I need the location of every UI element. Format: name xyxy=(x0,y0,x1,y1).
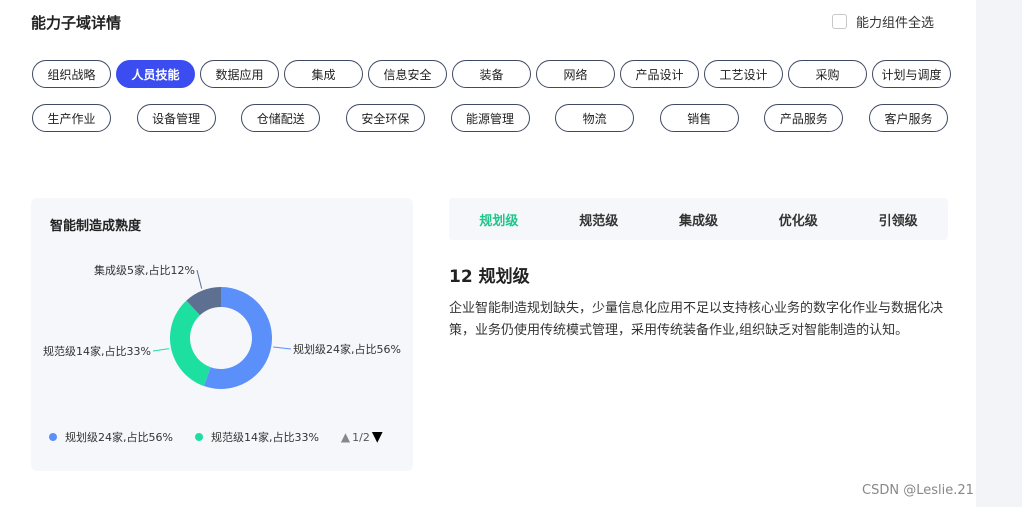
level-tab[interactable]: 优化级 xyxy=(748,210,848,229)
select-all-label: 能力组件全选 xyxy=(856,16,935,31)
capability-tag[interactable]: 信息安全 xyxy=(368,60,447,88)
maturity-donut-chart: 规划级24家,占比56% 规范级14家,占比33% 集成级5家,占比12% xyxy=(43,263,401,389)
page-down-icon[interactable]: ▼ xyxy=(372,429,383,445)
capability-tag[interactable]: 集成 xyxy=(284,60,363,88)
capability-tag[interactable]: 数据应用 xyxy=(200,60,279,88)
capability-tag[interactable]: 采购 xyxy=(788,60,867,88)
level-tab[interactable]: 集成级 xyxy=(649,210,749,229)
donut-slice-规范级[interactable] xyxy=(170,300,211,387)
slice-label: 规划级24家,占比56% xyxy=(293,342,401,356)
capability-tag[interactable]: 客户服务 xyxy=(869,104,948,132)
page-up-icon[interactable]: ▲ xyxy=(341,430,350,444)
legend-label: 规划级24家,占比56% xyxy=(65,431,173,444)
section-title: 能力子域详情 xyxy=(31,14,122,32)
level-description: 企业智能制造规划缺失，少量信息化应用不足以支持核心业务的数字化作业与数据化决策，… xyxy=(449,301,944,338)
capability-tag[interactable]: 工艺设计 xyxy=(704,60,783,88)
capability-tag[interactable]: 人员技能 xyxy=(116,60,195,88)
capability-tag[interactable]: 装备 xyxy=(452,60,531,88)
chart-legend: 规划级24家,占比56% 规范级14家,占比33% ▲ 1/2 ▼ xyxy=(49,429,383,445)
level-tab[interactable]: 规范级 xyxy=(549,210,649,229)
legend-dot xyxy=(194,433,203,441)
capability-tag[interactable]: 设备管理 xyxy=(136,104,216,132)
right-scroll-gutter xyxy=(976,0,1022,507)
capability-tag[interactable]: 销售 xyxy=(659,104,739,132)
capability-tag[interactable]: 产品服务 xyxy=(764,104,844,132)
capability-tag[interactable]: 仓储配送 xyxy=(241,104,321,132)
select-all-checkbox[interactable]: 能力组件全选 xyxy=(832,12,934,31)
level-heading: 12 规划级 xyxy=(449,267,530,287)
capability-tag[interactable]: 物流 xyxy=(555,104,635,132)
legend-label: 规范级14家,占比33% xyxy=(210,431,319,444)
capability-tag[interactable]: 计划与调度 xyxy=(872,60,951,88)
watermark: CSDN @Leslie.21 xyxy=(862,483,974,498)
capability-tag[interactable]: 安全环保 xyxy=(345,104,425,132)
legend-item[interactable]: 规范级14家,占比33% xyxy=(194,429,319,445)
slice-leader-line xyxy=(196,269,203,289)
capability-tags-row-2: 生产作业 设备管理 仓储配送 安全环保 能源管理 物流 销售 产品服务 客户服务 xyxy=(32,104,948,132)
checkbox-icon[interactable] xyxy=(832,14,847,29)
legend-dot xyxy=(49,433,57,441)
level-tab[interactable]: 规划级 xyxy=(449,210,549,229)
capability-tag[interactable]: 网络 xyxy=(536,60,615,88)
capability-tag[interactable]: 组织战略 xyxy=(32,60,111,88)
legend-pager: ▲ 1/2 ▼ xyxy=(341,429,383,445)
maturity-chart-card: 智能制造成熟度 规划级24家,占比56% 规范级14家,占比33% 集成级5家,占比… xyxy=(31,198,413,471)
capability-tag[interactable]: 产品设计 xyxy=(620,60,699,88)
legend-item[interactable]: 规划级24家,占比56% xyxy=(49,429,173,445)
capability-tags-row-1: 组织战略 人员技能 数据应用 集成 信息安全 装备 网络 产品设计 工艺设计 采购 计划与调度 xyxy=(32,60,951,88)
capability-tag[interactable]: 能源管理 xyxy=(450,104,530,132)
maturity-level-tabs: 规划级 规范级 集成级 优化级 引领级 xyxy=(449,198,948,240)
slice-label: 集成级5家,占比12% xyxy=(94,263,195,277)
level-tab[interactable]: 引领级 xyxy=(848,210,948,229)
slice-leader-line xyxy=(273,346,292,350)
legend-page-indicator: 1/2 xyxy=(352,430,370,444)
slice-label: 规范级14家,占比33% xyxy=(43,344,151,358)
capability-tag[interactable]: 生产作业 xyxy=(32,104,111,132)
slice-leader-line xyxy=(152,348,170,352)
